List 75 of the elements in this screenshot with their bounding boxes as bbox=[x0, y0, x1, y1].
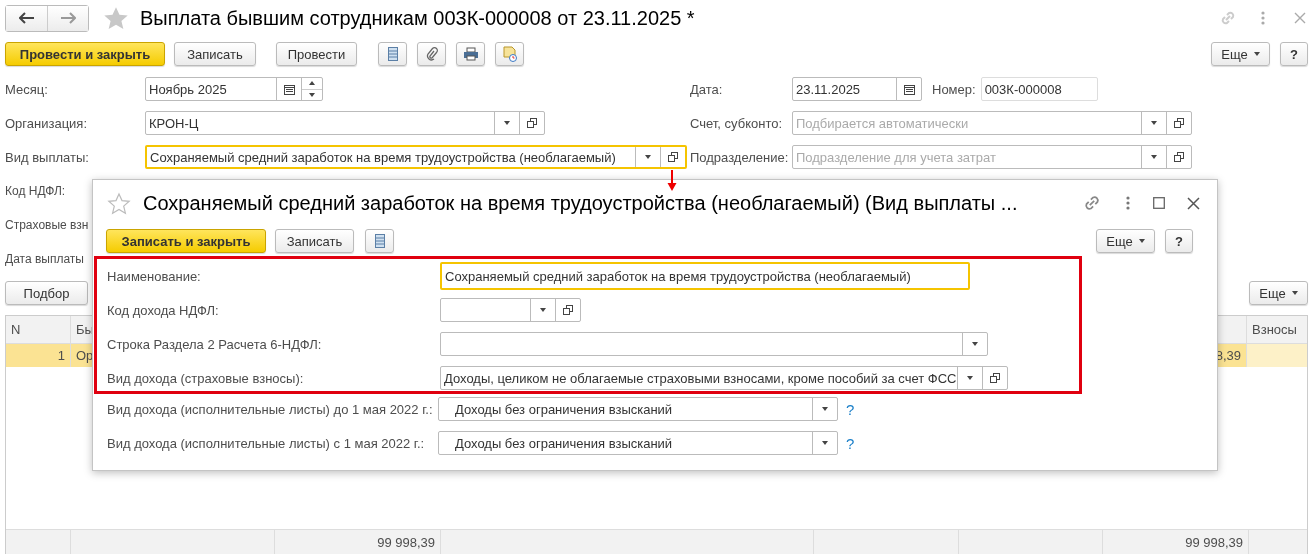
calendar-icon bbox=[283, 83, 295, 95]
toolbar-button[interactable]: Провести и закрыть bbox=[5, 42, 165, 66]
select-field[interactable] bbox=[440, 298, 581, 322]
attach-button[interactable] bbox=[417, 42, 446, 66]
field-label: Код НДФЛ: bbox=[5, 184, 67, 198]
star-icon[interactable] bbox=[107, 191, 131, 215]
field-label: Код дохода НДФЛ: bbox=[107, 302, 220, 318]
field-label: Вид дохода (исполнительные листы) с 1 мая 2022 г.: bbox=[107, 435, 426, 451]
more-icon[interactable] bbox=[1260, 10, 1266, 26]
list-icon bbox=[374, 234, 385, 248]
period-field[interactable]: Ноябрь 2025 bbox=[145, 77, 323, 101]
column-header[interactable]: N bbox=[6, 316, 71, 343]
close-icon[interactable] bbox=[1187, 196, 1200, 210]
open-icon bbox=[1174, 152, 1184, 162]
number-field[interactable]: 003К-000008 bbox=[980, 77, 1098, 101]
report-button[interactable] bbox=[495, 42, 524, 66]
field-label: Дата выплаты bbox=[5, 252, 85, 266]
toolbar-button[interactable]: Записать bbox=[174, 42, 256, 66]
toolbar-button[interactable]: Записать и закрыть bbox=[106, 229, 266, 253]
field-label: Подразделение: bbox=[690, 149, 790, 165]
maximize-icon[interactable] bbox=[1153, 197, 1165, 209]
input-field[interactable]: Сохраняемый средний заработок на время трудоустройства (необлагаемый) bbox=[440, 262, 970, 290]
select-field[interactable] bbox=[440, 332, 988, 356]
more-button[interactable]: Еще bbox=[1211, 42, 1270, 66]
help-link[interactable]: ? bbox=[846, 434, 855, 452]
open-icon bbox=[563, 305, 573, 315]
field-label: Страховые взн bbox=[5, 218, 90, 232]
document-clock-icon bbox=[502, 46, 517, 62]
paperclip-icon bbox=[425, 47, 438, 61]
window-title: Выплата бывшим сотрудникам 003К-000008 от 23.11.2025 * bbox=[140, 6, 696, 30]
field-label: Наименование: bbox=[107, 268, 202, 284]
field-label: Счет, субконто: bbox=[690, 115, 784, 131]
field-label: Организация: bbox=[5, 115, 89, 131]
back-button[interactable] bbox=[6, 5, 47, 31]
calendar-icon bbox=[903, 83, 915, 95]
select-field[interactable]: Доходы без ограничения взысканий bbox=[438, 397, 838, 421]
help-button[interactable]: ? bbox=[1280, 42, 1308, 66]
dialog-title: Сохраняемый средний заработок на время трудоустройства (необлагаемый) (Вид выплаты ... bbox=[143, 191, 1019, 215]
list-icon bbox=[387, 47, 398, 61]
annotation-arrow bbox=[667, 170, 677, 192]
help-button[interactable]: ? bbox=[1165, 229, 1193, 253]
field-label: Вид дохода (страховые взносы): bbox=[107, 370, 305, 386]
spinner[interactable] bbox=[301, 78, 322, 100]
select-field[interactable]: Сохраняемый средний заработок на время трудоустройства (необлагаемый) bbox=[145, 145, 687, 169]
open-icon bbox=[527, 118, 537, 128]
more-button[interactable]: Еще bbox=[1249, 281, 1308, 305]
total-cell: 99 998,39 bbox=[275, 530, 441, 554]
table-cell: 1 bbox=[6, 344, 71, 367]
more-button[interactable]: Еще bbox=[1096, 229, 1155, 253]
print-button[interactable] bbox=[456, 42, 485, 66]
toolbar-button[interactable]: Записать bbox=[275, 229, 354, 253]
left-arrow-icon bbox=[18, 12, 35, 24]
select-field[interactable]: КРОН-Ц bbox=[145, 111, 545, 135]
field-label: Номер: bbox=[932, 81, 976, 97]
field-label: Дата: bbox=[690, 81, 724, 97]
select-field[interactable]: Доходы, целиком не облагаемые страховыми взносами, кроме пособий за счет ФСС bbox=[440, 366, 1008, 390]
help-link[interactable]: ? bbox=[846, 400, 855, 418]
star-icon[interactable] bbox=[103, 5, 129, 31]
total-cell: 99 998,39 bbox=[1103, 530, 1249, 554]
open-icon bbox=[668, 152, 678, 162]
field-label: Месяц: bbox=[5, 81, 49, 97]
list-button[interactable] bbox=[378, 42, 407, 66]
pick-button[interactable]: Подбор bbox=[5, 281, 88, 305]
field-label: Вид выплаты: bbox=[5, 149, 90, 165]
more-icon[interactable] bbox=[1125, 195, 1131, 211]
printer-icon bbox=[462, 47, 479, 61]
date-field[interactable]: 23.11.2025 bbox=[792, 77, 922, 101]
open-icon bbox=[990, 373, 1000, 383]
right-arrow-icon bbox=[60, 12, 76, 24]
open-icon bbox=[1174, 118, 1184, 128]
list-button[interactable] bbox=[365, 229, 394, 253]
field-label: Вид дохода (исполнительные листы) до 1 мая 2022 г.: bbox=[107, 401, 434, 417]
select-field[interactable]: Доходы без ограничения взысканий bbox=[438, 431, 838, 455]
toolbar-button[interactable]: Провести bbox=[276, 42, 357, 66]
column-header[interactable]: Взносы bbox=[1247, 316, 1307, 343]
